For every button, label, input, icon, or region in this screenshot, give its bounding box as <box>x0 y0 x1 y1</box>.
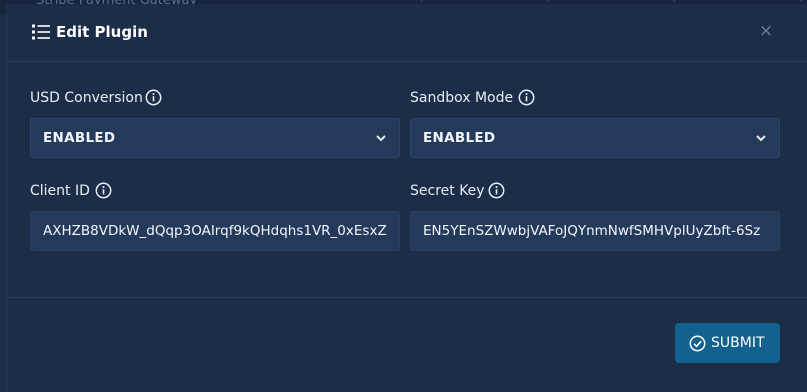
info-icon[interactable] <box>145 89 162 106</box>
sandbox-mode-value: ENABLED <box>423 130 496 146</box>
client-id-label: Client ID <box>30 183 90 199</box>
info-icon[interactable] <box>95 182 112 199</box>
client-id-value: AXHZB8VDkW_dQqp3OAIrqf9kQHdqhs1VR_0xEsxZ <box>43 223 387 239</box>
modal-header: Edit Plugin × <box>7 4 807 62</box>
usd-conversion-value: ENABLED <box>43 130 116 146</box>
secret-key-input[interactable]: EN5YEnSZWwbjVAFoJQYnmNwfSMHVplUyZbft-6Sz <box>410 211 780 251</box>
check-circle-icon <box>689 335 706 352</box>
close-button[interactable]: × <box>757 20 775 42</box>
usd-conversion-label: USD Conversion <box>30 90 143 106</box>
sandbox-mode-select[interactable]: ENABLED <box>410 118 780 158</box>
footer-divider <box>7 297 807 298</box>
usd-conversion-select[interactable]: ENABLED <box>30 118 400 158</box>
submit-label: SUBMIT <box>711 335 765 351</box>
secret-key-value: EN5YEnSZWwbjVAFoJQYnmNwfSMHVplUyZbft-6Sz <box>423 223 761 239</box>
edit-plugin-modal: Edit Plugin × USD Conversion ENABLED San… <box>6 4 807 392</box>
secret-key-label: Secret Key <box>410 183 485 199</box>
client-id-input[interactable]: AXHZB8VDkW_dQqp3OAIrqf9kQHdqhs1VR_0xEsxZ <box>30 211 400 251</box>
modal-title: Edit Plugin <box>56 23 148 41</box>
chevron-down-icon <box>376 135 386 142</box>
submit-button[interactable]: SUBMIT <box>675 323 780 363</box>
info-icon[interactable] <box>518 89 535 106</box>
list-icon <box>32 24 50 40</box>
sandbox-mode-label: Sandbox Mode <box>410 90 514 106</box>
chevron-down-icon <box>756 135 766 142</box>
info-icon[interactable] <box>488 182 505 199</box>
